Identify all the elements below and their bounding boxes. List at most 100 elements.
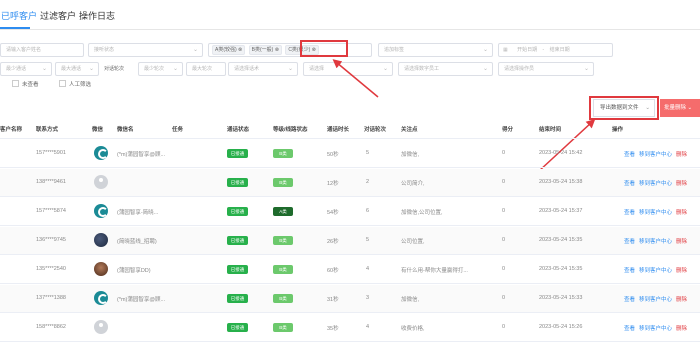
view-link[interactable]: 查看 <box>624 210 635 216</box>
duration-cell: 35秒 <box>327 326 339 332</box>
end-time-cell: 2023-05-24 15:37 <box>539 208 583 214</box>
row-actions: 查看 移到客户中心 删除 <box>624 295 687 303</box>
focus-cell: 公司位置, <box>401 239 425 245</box>
wechat-avatar <box>94 320 108 334</box>
score-cell: 0 <box>502 324 506 330</box>
end-time-cell: 2023-05-24 15:33 <box>539 295 583 301</box>
table-row[interactable]: 138****9461 已接通 B类 12秒 2 公司简介, 0 2023-05-24 15:… <box>0 169 700 197</box>
wechat-name-cell: (蒲园智享-简晓... <box>117 210 159 216</box>
delete-link[interactable]: 删除 <box>676 181 687 187</box>
table-row[interactable]: 137****1388 (*m)蒲园智享@顾... 已接通 B类 31秒 3 加微信, 0 20… <box>0 285 700 313</box>
row-actions: 查看 移到客户中心 删除 <box>624 266 687 274</box>
wechat-avatar <box>94 291 108 305</box>
th-duration: 通话时长 <box>327 127 350 133</box>
rounds-cell: 5 <box>366 237 370 243</box>
focus-cell: 加微信,公司位置, <box>401 210 443 216</box>
rounds-cell: 4 <box>366 266 370 272</box>
move-to-customer-center-link[interactable]: 移到客户中心 <box>639 239 672 245</box>
level-badge: B类 <box>273 294 293 303</box>
arrow-to-tags <box>332 59 379 98</box>
focus-cell: 加微信, <box>401 152 420 158</box>
level-badge: B类 <box>273 149 293 158</box>
duration-cell: 54秒 <box>327 210 339 216</box>
delete-link[interactable]: 删除 <box>676 210 687 216</box>
level-badge: B类 <box>273 236 293 245</box>
move-to-customer-center-link[interactable]: 移到客户中心 <box>639 297 672 303</box>
score-cell: 0 <box>502 266 506 272</box>
table-row[interactable]: 157****5874 (蒲园智享-简晓... 已接通 A类 54秒 6 加微信,公司位置,… <box>0 198 700 226</box>
end-time-cell: 2023-05-24 15:35 <box>539 237 583 243</box>
rounds-cell: 2 <box>366 179 370 185</box>
contact-cell: 137****1388 <box>36 295 66 301</box>
call-status-badge: 已接通 <box>227 236 248 245</box>
call-status-badge: 已接通 <box>227 323 248 332</box>
table-header: 客户名称 联系方式 微信 微信名 任务 通话状态 等级/线路状态 通话时长 对话… <box>0 121 700 139</box>
call-status-badge: 已接通 <box>227 207 248 216</box>
rounds-cell: 4 <box>366 324 370 330</box>
score-cell: 0 <box>502 295 506 301</box>
wechat-name-cell: (简晓蓝线_招聘) <box>117 239 157 245</box>
row-actions: 查看 移到客户中心 删除 <box>624 179 687 187</box>
contact-cell: 135****2540 <box>36 266 66 272</box>
end-time-cell: 2023-05-24 15:26 <box>539 324 583 330</box>
move-to-customer-center-link[interactable]: 移到客户中心 <box>639 181 672 187</box>
rounds-cell: 3 <box>366 295 370 301</box>
rounds-cell: 5 <box>366 150 370 156</box>
view-link[interactable]: 查看 <box>624 297 635 303</box>
th-contact: 联系方式 <box>36 127 59 133</box>
table-row[interactable]: 157****5901 (*m)蒲园智享@顾... 已接通 B类 50秒 5 加微信, 0 20… <box>0 140 700 168</box>
move-to-customer-center-link[interactable]: 移到客户中心 <box>639 326 672 332</box>
contact-cell: 157****5901 <box>36 150 66 156</box>
call-status-badge: 已接通 <box>227 178 248 187</box>
row-actions: 查看 移到客户中心 删除 <box>624 208 687 216</box>
duration-cell: 26秒 <box>327 239 339 245</box>
score-cell: 0 <box>502 150 506 156</box>
duration-cell: 31秒 <box>327 297 339 303</box>
focus-cell: 公司简介, <box>401 181 425 187</box>
delete-link[interactable]: 删除 <box>676 326 687 332</box>
wechat-name-cell: (*m)蒲园智享@顾... <box>117 297 166 303</box>
th-focus: 关注点 <box>401 127 418 133</box>
end-time-cell: 2023-05-24 15:42 <box>539 150 583 156</box>
th-rounds: 对话轮次 <box>364 127 387 133</box>
level-badge: B类 <box>273 265 293 274</box>
view-link[interactable]: 查看 <box>624 239 635 245</box>
th-end-time: 结束时间 <box>539 127 562 133</box>
th-task: 任务 <box>172 127 184 133</box>
focus-cell: 有什么用-帮你大量赢得打... <box>401 268 468 274</box>
view-link[interactable]: 查看 <box>624 326 635 332</box>
rounds-cell: 6 <box>366 208 370 214</box>
delete-link[interactable]: 删除 <box>676 239 687 245</box>
delete-link[interactable]: 删除 <box>676 297 687 303</box>
view-link[interactable]: 查看 <box>624 268 635 274</box>
score-cell: 0 <box>502 208 506 214</box>
contact-cell: 158****8862 <box>36 324 66 330</box>
duration-cell: 12秒 <box>327 181 339 187</box>
view-link[interactable]: 查看 <box>624 181 635 187</box>
table-row[interactable]: 135****2540 (蒲园智享DD) 已接通 B类 60秒 4 有什么用-帮你大量赢得打… <box>0 256 700 284</box>
duration-cell: 50秒 <box>327 152 339 158</box>
move-to-customer-center-link[interactable]: 移到客户中心 <box>639 210 672 216</box>
th-wechat-name: 微信名 <box>117 127 134 133</box>
score-cell: 0 <box>502 237 506 243</box>
level-badge: B类 <box>273 323 293 332</box>
level-badge: A类 <box>273 207 293 216</box>
delete-link[interactable]: 删除 <box>676 268 687 274</box>
th-actions: 操作 <box>612 127 624 133</box>
view-link[interactable]: 查看 <box>624 152 635 158</box>
th-call-status: 通话状态 <box>227 127 250 133</box>
wechat-avatar <box>94 146 108 160</box>
end-time-cell: 2023-05-24 15:35 <box>539 266 583 272</box>
th-wechat: 微信 <box>92 127 104 133</box>
row-actions: 查看 移到客户中心 删除 <box>624 324 687 332</box>
th-score: 得分 <box>502 127 514 133</box>
delete-link[interactable]: 删除 <box>676 152 687 158</box>
move-to-customer-center-link[interactable]: 移到客户中心 <box>639 268 672 274</box>
end-time-cell: 2023-05-24 15:38 <box>539 179 583 185</box>
wechat-avatar <box>94 262 108 276</box>
contact-cell: 157****5874 <box>36 208 66 214</box>
table-row[interactable]: 136****9745 (简晓蓝线_招聘) 已接通 B类 26秒 5 公司位置, 0 2023-… <box>0 227 700 255</box>
move-to-customer-center-link[interactable]: 移到客户中心 <box>639 152 672 158</box>
focus-cell: 加微信, <box>401 297 420 303</box>
call-status-badge: 已接通 <box>227 149 248 158</box>
